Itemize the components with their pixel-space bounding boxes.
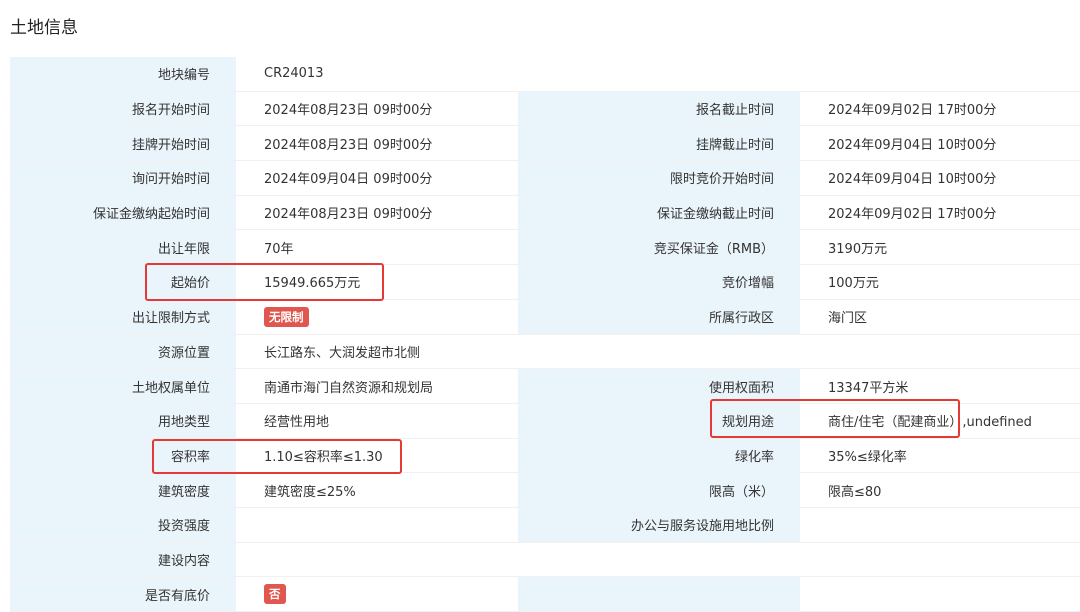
label-reserve-price: 是否有底价 (10, 577, 236, 611)
section-title: 土地信息 (10, 18, 78, 38)
value-deposit-start: 2024年08月23日 09时00分 (236, 195, 518, 230)
label-deposit-start: 保证金缴纳起始时间 (10, 195, 236, 230)
label-building-density: 建筑密度 (10, 473, 236, 507)
value-investment-intensity (236, 507, 518, 542)
value-empty (800, 577, 1080, 611)
value-reserve-price: 否 (236, 577, 518, 611)
value-deposit-end: 2024年09月02日 17时00分 (800, 195, 1080, 230)
value-listing-start: 2024年08月23日 09时00分 (236, 126, 518, 161)
label-bid-deposit: 竞买保证金（RMB） (518, 230, 800, 265)
value-listing-end: 2024年09月04日 10时00分 (800, 126, 1080, 161)
table-row: 出让限制方式 无限制 所属行政区 海门区 (10, 299, 1080, 335)
value-green-ratio: 35%≤绿化率 (800, 438, 1080, 473)
label-registration-end: 报名截止时间 (518, 91, 800, 126)
label-empty (518, 577, 800, 611)
value-registration-start: 2024年08月23日 09时00分 (236, 91, 518, 126)
status-badge: 否 (264, 584, 286, 605)
value-land-owner: 南通市海门自然资源和规划局 (236, 369, 518, 403)
value-office-service-ratio (800, 507, 1080, 542)
status-badge: 无限制 (264, 306, 309, 327)
label-use-area: 使用权面积 (518, 369, 800, 403)
highlight-planned-use (710, 399, 960, 438)
value-bid-deposit: 3190万元 (800, 230, 1080, 265)
value-district: 海门区 (800, 299, 1080, 334)
label-listing-start: 挂牌开始时间 (10, 126, 236, 161)
value-parcel-id: CR24013 (236, 57, 1080, 91)
table-row: 询问开始时间 2024年09月04日 09时00分 限时竞价开始时间 2024年… (10, 161, 1080, 196)
value-use-area: 13347平方米 (800, 369, 1080, 403)
table-row: 地块编号 CR24013 (10, 57, 1080, 92)
value-bid-increment: 100万元 (800, 265, 1080, 299)
value-building-density: 建筑密度≤25% (236, 473, 518, 507)
label-district: 所属行政区 (518, 299, 800, 334)
table-row: 投资强度 办公与服务设施用地比例 (10, 507, 1080, 543)
label-inquiry-start: 询问开始时间 (10, 161, 236, 195)
value-height-limit: 限高≤80 (800, 473, 1080, 507)
table-row: 挂牌开始时间 2024年08月23日 09时00分 挂牌截止时间 2024年09… (10, 126, 1080, 162)
label-parcel-id: 地块编号 (10, 57, 236, 91)
label-location: 资源位置 (10, 334, 236, 369)
label-office-service-ratio: 办公与服务设施用地比例 (518, 507, 800, 542)
value-lease-term: 70年 (236, 230, 518, 265)
table-row: 保证金缴纳起始时间 2024年08月23日 09时00分 保证金缴纳截止时间 2… (10, 195, 1080, 231)
value-location: 长江路东、大润发超市北侧 (236, 334, 1080, 369)
label-listing-end: 挂牌截止时间 (518, 126, 800, 161)
label-lease-term: 出让年限 (10, 230, 236, 265)
table-row: 资源位置 长江路东、大润发超市北侧 (10, 334, 1080, 370)
label-green-ratio: 绿化率 (518, 438, 800, 473)
label-deposit-end: 保证金缴纳截止时间 (518, 195, 800, 230)
label-investment-intensity: 投资强度 (10, 507, 236, 542)
label-registration-start: 报名开始时间 (10, 91, 236, 126)
value-inquiry-start: 2024年09月04日 09时00分 (236, 161, 518, 195)
table-row: 是否有底价 否 (10, 577, 1080, 612)
value-land-type: 经营性用地 (236, 403, 518, 438)
label-height-limit: 限高（米） (518, 473, 800, 507)
label-timed-bidding-start: 限时竞价开始时间 (518, 161, 800, 195)
land-info-table: 地块编号 CR24013 报名开始时间 2024年08月23日 09时00分 报… (10, 57, 1080, 612)
value-transfer-restriction: 无限制 (236, 299, 518, 334)
table-row: 出让年限 70年 竞买保证金（RMB） 3190万元 (10, 230, 1080, 266)
value-construction-content (236, 542, 1080, 577)
value-timed-bidding-start: 2024年09月04日 10时00分 (800, 161, 1080, 195)
label-transfer-restriction: 出让限制方式 (10, 299, 236, 334)
highlight-plot-ratio (152, 439, 402, 474)
label-land-type: 用地类型 (10, 403, 236, 438)
label-construction-content: 建设内容 (10, 542, 236, 577)
value-registration-end: 2024年09月02日 17时00分 (800, 91, 1080, 126)
highlight-starting-price (145, 263, 384, 301)
table-row: 建设内容 (10, 542, 1080, 578)
label-bid-increment: 竞价增幅 (518, 265, 800, 299)
table-row: 建筑密度 建筑密度≤25% 限高（米） 限高≤80 (10, 473, 1080, 508)
label-land-owner: 土地权属单位 (10, 369, 236, 403)
table-row: 报名开始时间 2024年08月23日 09时00分 报名截止时间 2024年09… (10, 91, 1080, 127)
